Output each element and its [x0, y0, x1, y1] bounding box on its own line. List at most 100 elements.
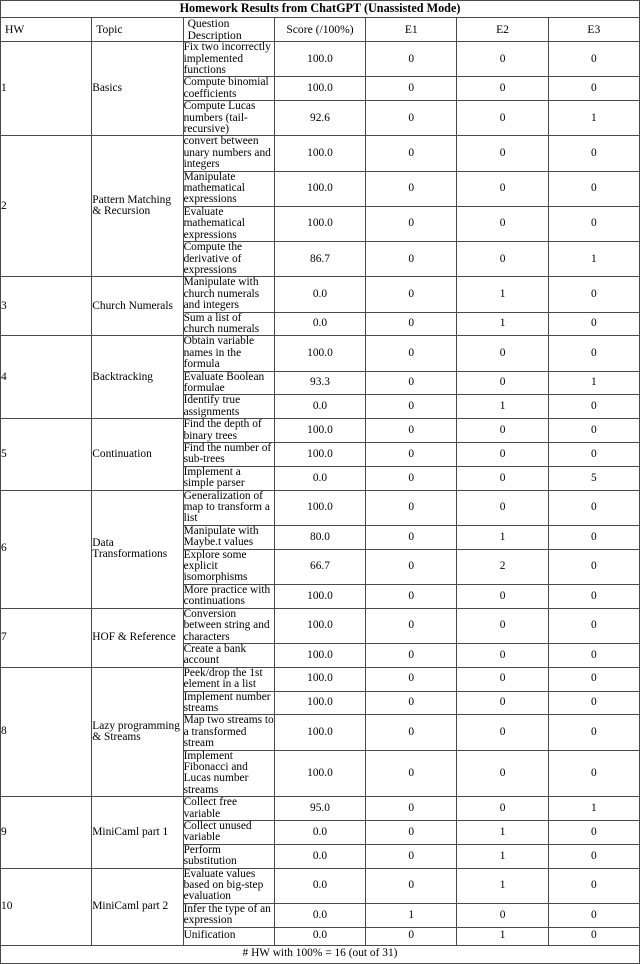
e3-cell: 0 — [547, 642, 640, 668]
e3-cell: 0 — [547, 442, 640, 467]
score-cell: 100.0 — [273, 418, 367, 443]
e3-cell: 0 — [547, 902, 640, 928]
e3-cell: 0 — [547, 394, 640, 420]
e1-cell: 0 — [365, 418, 458, 443]
e2-cell: 0 — [456, 714, 549, 751]
e3-cell: 0 — [547, 583, 640, 609]
question-description-cell: Implement Fibonacci and Lucas number str… — [182, 749, 275, 798]
e1-cell: 0 — [365, 370, 458, 396]
e1-cell: 0 — [365, 666, 458, 692]
e3-cell: 0 — [547, 205, 640, 243]
score-cell: 95.0 — [273, 796, 367, 821]
topic-cell: Pattern Matching & Recursion — [91, 135, 184, 278]
score-cell: 100.0 — [273, 714, 367, 751]
e2-cell: 0 — [456, 642, 549, 668]
question-description-cell: Create a bank account — [182, 642, 275, 668]
e1-cell: 0 — [365, 335, 458, 372]
e3-cell: 0 — [547, 548, 640, 585]
e2-cell: 0 — [456, 583, 549, 609]
e2-cell: 0 — [456, 489, 549, 526]
question-description-cell: Evaluate values based on big-step evalua… — [182, 867, 275, 904]
e2-cell: 0 — [456, 76, 549, 102]
score-cell: 100.0 — [273, 583, 367, 609]
column-header-e2: E2 — [456, 16, 549, 43]
question-description-cell: Find the number of sub-trees — [182, 442, 275, 467]
table-body: Homework Results from ChatGPT (Unassiste… — [0, 0, 640, 964]
question-description-cell: Compute binomial coefficients — [182, 76, 275, 102]
results-table-container: Homework Results from ChatGPT (Unassiste… — [0, 0, 640, 964]
e1-cell: 0 — [365, 465, 458, 491]
topic-cell: HOF & Reference — [91, 607, 184, 668]
e2-cell: 2 — [456, 548, 549, 585]
e2-cell: 0 — [456, 607, 549, 644]
column-header-topic: Topic — [91, 16, 184, 43]
e1-cell: 0 — [365, 690, 458, 716]
column-header-hw: HW — [0, 16, 93, 43]
hw-number-cell: 6 — [0, 489, 93, 609]
table-row: 1 Basics Fix two incorrectly implemented f… — [0, 41, 640, 137]
hw-number-cell: 8 — [0, 666, 93, 798]
hw-number-cell: 10 — [0, 867, 93, 946]
e1-cell: 0 — [365, 135, 458, 172]
e3-cell: 0 — [547, 820, 640, 845]
e3-cell: 0 — [547, 749, 640, 798]
e3-cell: 0 — [547, 489, 640, 526]
hw-number-cell: 4 — [0, 335, 93, 420]
e2-cell: 0 — [456, 170, 549, 207]
score-cell: 0.0 — [273, 276, 367, 313]
question-description-cell: Peek/drop the 1st element in a list — [182, 666, 275, 692]
score-cell: 100.0 — [273, 76, 367, 102]
e1-cell: 0 — [365, 276, 458, 313]
column-header-e3: E3 — [547, 16, 640, 43]
question-description-cell: Implement number streams — [182, 690, 275, 716]
e3-cell: 5 — [547, 465, 640, 491]
e3-cell: 0 — [547, 276, 640, 313]
e3-cell: 0 — [547, 135, 640, 172]
hw-number-cell: 7 — [0, 607, 93, 668]
score-cell: 100.0 — [273, 489, 367, 526]
e3-cell: 0 — [547, 524, 640, 550]
e3-cell: 0 — [547, 311, 640, 337]
table-row: 5 Continuation Find the depth of binary tr… — [0, 418, 640, 491]
question-description-cell: Compute Lucas numbers (tail-recursive) — [182, 100, 275, 137]
e3-cell: 1 — [547, 370, 640, 396]
e3-cell: 0 — [547, 843, 640, 869]
hw-number-cell: 5 — [0, 418, 93, 491]
e3-cell: 0 — [547, 335, 640, 372]
table-row: 7 HOF & Reference Conversion between strin… — [0, 607, 640, 668]
topic-cell: MiniCaml part 1 — [91, 796, 184, 869]
e2-cell: 0 — [456, 370, 549, 396]
table-row: 9 MiniCaml part 1 Collect free variable 95.… — [0, 796, 640, 869]
question-description-cell: Find the depth of binary trees — [182, 418, 275, 443]
e1-cell: 0 — [365, 843, 458, 869]
column-header-description: Question Description — [182, 16, 275, 43]
question-description-cell: Fix two incorrectly implemented function… — [182, 41, 275, 78]
e1-cell: 0 — [365, 524, 458, 550]
score-cell: 100.0 — [273, 135, 367, 172]
score-cell: 0.0 — [273, 867, 367, 904]
score-cell: 0.0 — [273, 843, 367, 869]
table-row: 10 MiniCaml part 2 Evaluate values based o… — [0, 867, 640, 946]
e2-cell: 0 — [456, 418, 549, 443]
e1-cell: 0 — [365, 607, 458, 644]
e3-cell: 0 — [547, 76, 640, 102]
topic-cell: MiniCaml part 2 — [91, 867, 184, 946]
e3-cell: 0 — [547, 607, 640, 644]
e1-cell: 0 — [365, 489, 458, 526]
score-cell: 0.0 — [273, 820, 367, 845]
e2-cell: 1 — [456, 926, 549, 946]
hw-number-cell: 3 — [0, 276, 93, 337]
question-description-cell: Explore some explicit isomorphisms — [182, 548, 275, 585]
question-description-cell: Perform substitution — [182, 843, 275, 869]
e1-cell: 0 — [365, 796, 458, 821]
page-title: Homework Results from ChatGPT (Unassiste… — [0, 0, 640, 18]
e1-cell: 0 — [365, 170, 458, 207]
score-cell: 86.7 — [273, 241, 367, 278]
question-description-cell: Conversion between string and characters — [182, 607, 275, 644]
e1-cell: 0 — [365, 548, 458, 585]
e3-cell: 0 — [547, 170, 640, 207]
question-description-cell: Manipulate mathematical expressions — [182, 170, 275, 207]
table-row: 8 Lazy programming & Streams Peek/drop the… — [0, 666, 640, 798]
e1-cell: 0 — [365, 583, 458, 609]
table-row: 3 Church Numerals Manipulate with church n… — [0, 276, 640, 337]
